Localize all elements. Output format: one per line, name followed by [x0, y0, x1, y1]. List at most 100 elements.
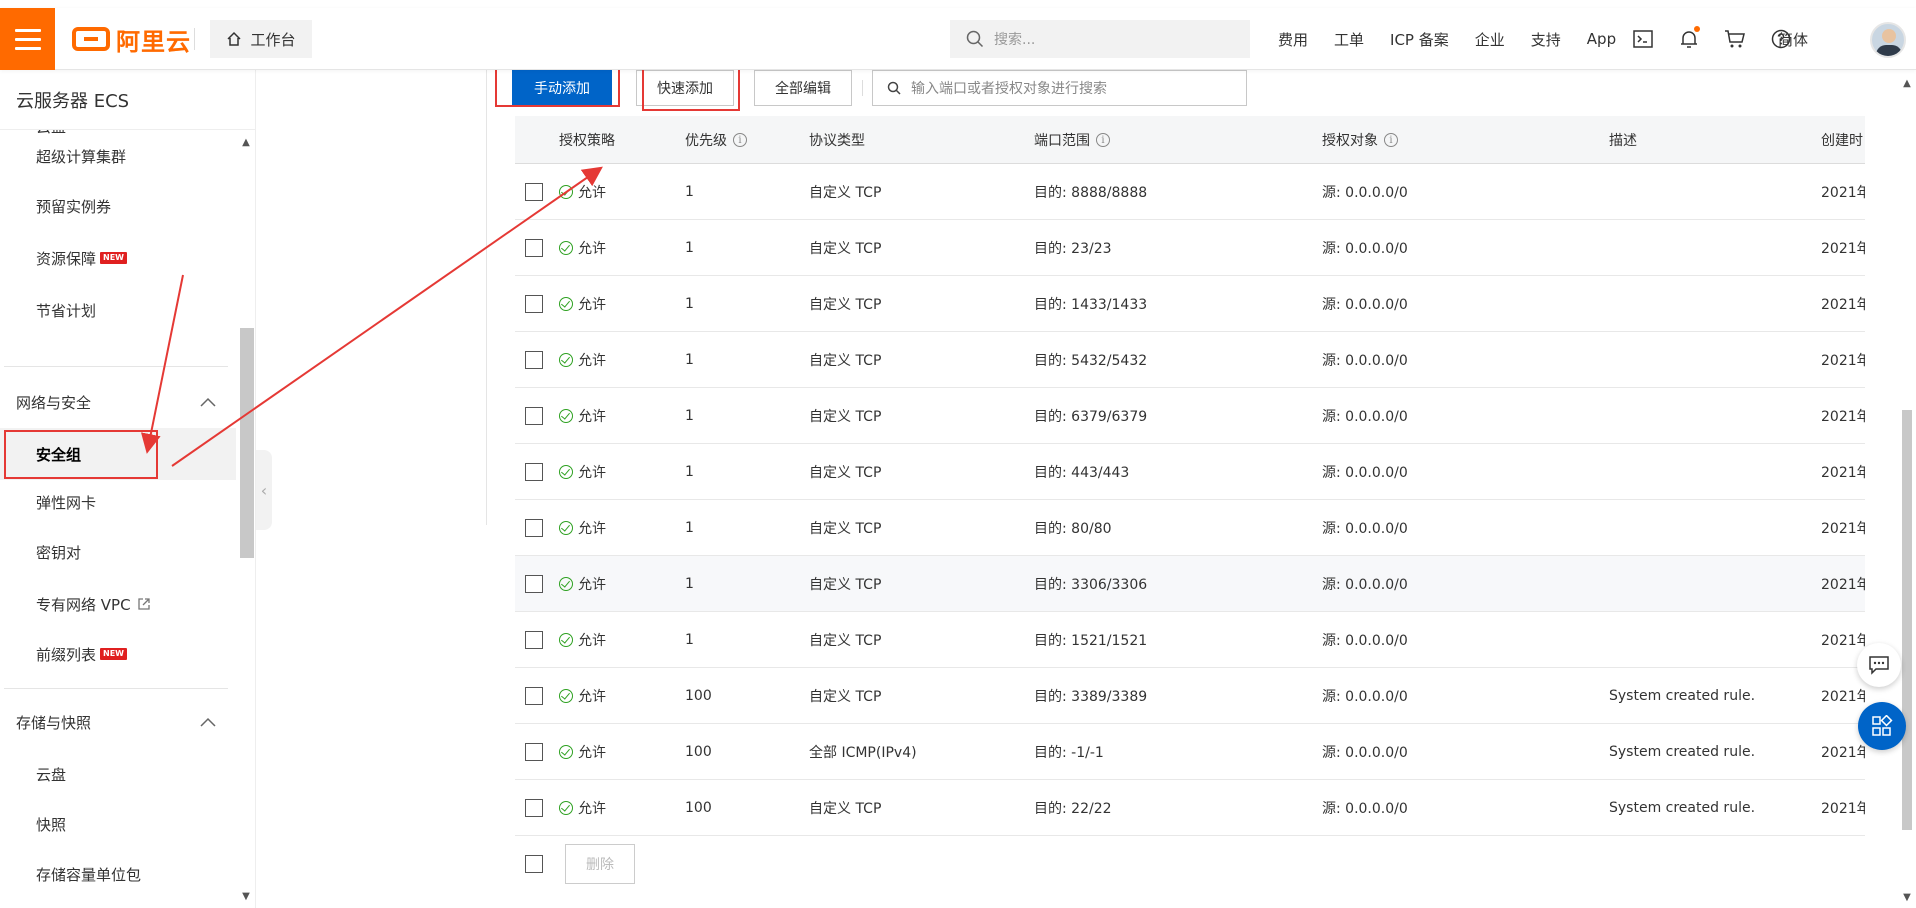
row-checkbox-cell: [525, 220, 543, 276]
cell-source: 源: 0.0.0.0/0: [1322, 241, 1408, 257]
row-checkbox[interactable]: [525, 743, 543, 761]
cell-source: 源: 0.0.0.0/0: [1322, 521, 1408, 537]
feedback-chat-button[interactable]: [1857, 643, 1901, 687]
rule-search-input[interactable]: 输入端口或者授权对象进行搜索: [872, 70, 1247, 106]
cell-description: System created rule.: [1609, 688, 1756, 704]
cell-policy: 允许: [559, 388, 606, 444]
sidebar-divider: [4, 366, 228, 367]
table-footer: 删除: [515, 840, 1865, 888]
cell-port-range: 目的: 3389/3389: [1034, 689, 1148, 705]
info-icon[interactable]: i: [1384, 133, 1398, 147]
info-icon[interactable]: i: [733, 133, 747, 147]
row-checkbox[interactable]: [525, 295, 543, 313]
sidebar-item-keypair[interactable]: 密钥对: [0, 532, 236, 572]
link-tickets[interactable]: 工单: [1334, 29, 1364, 50]
column-header-created: 创建时: [1821, 116, 1863, 164]
link-enterprise[interactable]: 企业: [1475, 29, 1505, 50]
row-checkbox[interactable]: [525, 687, 543, 705]
sidebar-item-savings-plan[interactable]: 节省计划: [0, 290, 236, 330]
logo-divider: [194, 28, 195, 50]
row-checkbox[interactable]: [525, 519, 543, 537]
sidebar-item-reserved-instance[interactable]: 预留实例券: [0, 186, 236, 226]
cell-description: System created rule.: [1609, 744, 1756, 760]
check-circle-icon: [559, 185, 573, 199]
edit-all-button[interactable]: 全部编辑: [754, 70, 852, 106]
cell-policy: 允许: [559, 444, 606, 500]
sidebar-scrollbar[interactable]: ▲ ▼: [238, 70, 254, 908]
cell-created: 2021年: [1821, 521, 1865, 537]
scroll-up-arrow-icon[interactable]: ▲: [1902, 78, 1912, 89]
info-icon[interactable]: i: [1096, 133, 1110, 147]
cell-created: 2021年: [1821, 465, 1865, 481]
aliyun-logo-mark-icon: [72, 27, 110, 51]
sidebar-scroll-area: 云盘 超级计算集群 预留实例券 资源保障NEW 节省计划 网络与安全 安全组 弹…: [0, 130, 236, 908]
sidebar-collapse-toggle[interactable]: ‹: [256, 450, 272, 530]
cell-protocol: 自定义 TCP: [809, 409, 882, 425]
row-checkbox[interactable]: [525, 183, 543, 201]
sidebar-item-storage-capacity[interactable]: 存储容量单位包: [0, 854, 236, 894]
link-billing[interactable]: 费用: [1278, 29, 1308, 50]
scroll-up-arrow-icon[interactable]: ▲: [241, 138, 251, 148]
sidebar-item-prefix-list[interactable]: 前缀列表 NEW: [0, 634, 236, 674]
check-circle-icon: [559, 465, 573, 479]
quick-apps-button[interactable]: [1858, 702, 1906, 750]
row-checkbox[interactable]: [525, 575, 543, 593]
hamburger-menu-icon[interactable]: [0, 8, 55, 70]
row-checkbox[interactable]: [525, 799, 543, 817]
cell-source: 源: 0.0.0.0/0: [1322, 633, 1408, 649]
sidebar-group-storage[interactable]: 存储与快照: [0, 700, 228, 744]
row-checkbox[interactable]: [525, 351, 543, 369]
sidebar-item-supercomputing[interactable]: 超级计算集群: [0, 136, 236, 176]
row-checkbox[interactable]: [525, 463, 543, 481]
sidebar-item-vpc[interactable]: 专有网络 VPC: [0, 584, 236, 624]
bell-icon[interactable]: [1676, 26, 1702, 52]
delete-button[interactable]: 删除: [565, 844, 635, 884]
top-navbar: 阿里云 工作台 搜索... 费用 工单 ICP 备案 企业 支持 App 简体: [0, 8, 1916, 70]
select-all-checkbox[interactable]: [525, 855, 543, 873]
row-checkbox[interactable]: [525, 407, 543, 425]
link-icp[interactable]: ICP 备案: [1390, 29, 1449, 50]
link-support[interactable]: 支持: [1531, 29, 1561, 50]
cell-policy: 允许: [559, 780, 606, 836]
scroll-down-arrow-icon[interactable]: ▼: [1902, 892, 1912, 903]
cart-icon[interactable]: [1722, 26, 1748, 52]
policy-text: 允许: [578, 633, 606, 649]
sidebar-group-network[interactable]: 网络与安全: [0, 380, 228, 424]
sidebar-scroll-thumb[interactable]: [240, 328, 254, 558]
cell-policy: 允许: [559, 668, 606, 724]
terminal-icon[interactable]: [1630, 26, 1656, 52]
sidebar-item-disk[interactable]: 云盘: [0, 754, 236, 794]
top-links: 费用 工单 ICP 备案 企业 支持 App: [1278, 20, 1642, 58]
row-checkbox[interactable]: [525, 239, 543, 257]
global-search-input[interactable]: 搜索...: [950, 20, 1250, 58]
language-switch[interactable]: 简体: [1778, 20, 1808, 58]
sidebar-item-eni[interactable]: 弹性网卡: [0, 482, 236, 522]
workbench-button[interactable]: 工作台: [210, 20, 312, 58]
sidebar-item-label: 存储容量单位包: [36, 865, 142, 884]
toolbar-divider: [862, 80, 863, 96]
content-scroll-thumb[interactable]: [1902, 410, 1912, 830]
check-circle-icon: [559, 745, 573, 759]
policy-text: 允许: [578, 185, 606, 201]
table-row: 允许 1 自定义 TCP 目的: 8888/8888 源: 0.0.0.0/0 2021年: [515, 164, 1865, 220]
cell-protocol: 自定义 TCP: [809, 521, 882, 537]
scroll-down-arrow-icon[interactable]: ▼: [241, 892, 251, 902]
row-checkbox-cell: [525, 388, 543, 444]
row-checkbox-cell: [525, 612, 543, 668]
aliyun-logo[interactable]: 阿里云: [72, 24, 191, 56]
cell-priority: 100: [685, 800, 712, 816]
sidebar-item-snapshot[interactable]: 快照: [0, 804, 236, 844]
row-checkbox-cell: [525, 444, 543, 500]
cell-priority: 1: [685, 632, 694, 648]
brand-name: 阿里云: [116, 27, 191, 56]
cell-created: 2021年: [1821, 241, 1865, 257]
sidebar-item-resource-guarantee[interactable]: 资源保障 NEW: [0, 238, 236, 278]
row-checkbox[interactable]: [525, 631, 543, 649]
apps-grid-icon: [1872, 715, 1893, 736]
content-scrollbar[interactable]: ▲ ▼: [1898, 70, 1916, 908]
link-app[interactable]: App: [1587, 30, 1616, 48]
table-row: 允许 1 自定义 TCP 目的: 23/23 源: 0.0.0.0/0 2021年: [515, 220, 1865, 276]
cell-port-range: 目的: 5432/5432: [1034, 353, 1148, 369]
user-avatar[interactable]: [1870, 22, 1906, 58]
policy-text: 允许: [578, 465, 606, 481]
